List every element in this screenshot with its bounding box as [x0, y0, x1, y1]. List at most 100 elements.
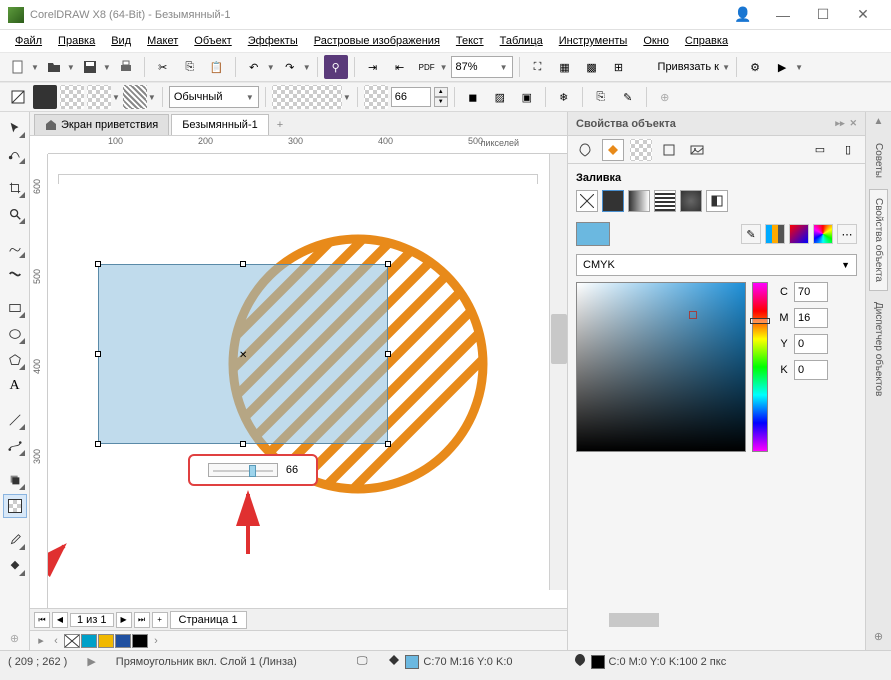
color-palettes-icon[interactable] [813, 224, 833, 244]
apply-outline-button[interactable]: ▣ [515, 85, 539, 109]
crop-tool[interactable] [3, 176, 27, 200]
pattern-trans-button[interactable] [87, 85, 111, 109]
docker-pin-icon[interactable]: ▸▸ ✕ [835, 118, 857, 129]
fountain-trans-button[interactable] [60, 85, 84, 109]
snap-dropdown[interactable] [634, 55, 658, 79]
dimension-tool[interactable] [3, 408, 27, 432]
texture-fill-button[interactable] [680, 190, 702, 212]
menu-window[interactable]: Окно [636, 32, 676, 50]
texture-trans-button[interactable] [123, 85, 147, 109]
apply-all-button[interactable]: ◼ [461, 85, 485, 109]
y-input[interactable] [794, 334, 828, 354]
artistic-media-tool[interactable] [3, 262, 27, 286]
minimize-button[interactable]: — [763, 1, 803, 29]
pattern-fill-button[interactable] [654, 190, 676, 212]
color-field[interactable] [576, 282, 746, 452]
color-proof-icon[interactable]: 🖵 [357, 655, 368, 668]
color-marker[interactable] [689, 311, 697, 319]
add-tab-button[interactable]: + [271, 115, 289, 135]
connector-tool[interactable] [3, 434, 27, 458]
launch-button[interactable]: ▶ [770, 55, 794, 79]
palette-swatch[interactable] [115, 634, 131, 648]
c-input[interactable] [794, 282, 828, 302]
cut-button[interactable]: ✂ [151, 55, 175, 79]
freeze-button[interactable]: ❄ [552, 85, 576, 109]
polygon-tool[interactable] [3, 348, 27, 372]
merge-mode-combo[interactable]: Обычный▼ [169, 86, 259, 108]
selected-rectangle-object[interactable]: ✕ [98, 264, 388, 444]
current-fill-swatch[interactable] [576, 222, 610, 246]
open-button[interactable] [42, 55, 66, 79]
fullscreen-button[interactable]: ⛶ [526, 55, 550, 79]
options-button[interactable]: ⚙ [743, 55, 767, 79]
palette-swatch[interactable] [98, 634, 114, 648]
side-tab-object-manager[interactable]: Диспетчер объектов [869, 293, 888, 405]
menu-tools[interactable]: Инструменты [552, 32, 635, 50]
menu-text[interactable]: Текст [449, 32, 491, 50]
first-page-button[interactable]: ⏮ [34, 612, 50, 628]
menu-help[interactable]: Справка [678, 32, 735, 50]
opacity-spinner[interactable]: ▲▼ [434, 87, 448, 107]
k-input[interactable] [794, 360, 828, 380]
outline-tab-icon[interactable] [574, 139, 596, 161]
eyedropper-icon[interactable]: ✎ [741, 224, 761, 244]
side-add-icon[interactable]: ⊕ [874, 630, 883, 650]
drawing-canvas[interactable]: ✕ 66 [48, 154, 567, 608]
tab-welcome[interactable]: Экран приветствия [34, 114, 169, 135]
color-model-combo[interactable]: CMYK▼ [576, 254, 857, 276]
menu-layout[interactable]: Макет [140, 32, 185, 50]
rulers-button[interactable]: ▦ [553, 55, 577, 79]
palette-next-icon[interactable]: › [149, 635, 163, 647]
last-page-button[interactable]: ⏭ [134, 612, 150, 628]
bitmap-tab-icon[interactable] [686, 139, 708, 161]
ruler-vertical[interactable]: 600 500 400 300 [30, 154, 48, 608]
palette-swatch[interactable] [132, 634, 148, 648]
eyedropper-tool[interactable] [3, 528, 27, 552]
postscript-fill-button[interactable] [706, 190, 728, 212]
edit-transparency-button[interactable] [6, 85, 30, 109]
export-button[interactable]: ⇤ [388, 55, 412, 79]
pdf-button[interactable]: PDF [415, 55, 439, 79]
color-viewers-icon[interactable] [789, 224, 809, 244]
palette-noswatch[interactable] [64, 634, 80, 648]
vertical-scrollbar[interactable] [549, 154, 567, 590]
print-button[interactable] [114, 55, 138, 79]
hue-slider[interactable] [752, 282, 768, 452]
menu-file[interactable]: Файл [8, 32, 49, 50]
palette-menu-icon[interactable]: ▸ [34, 634, 48, 647]
frame-tab-icon[interactable] [658, 139, 680, 161]
opacity-popup[interactable]: 66 [188, 454, 318, 486]
ruler-horizontal[interactable]: 100 200 300 400 500 пикселей [48, 136, 567, 154]
search-button[interactable]: ⚲ [324, 55, 348, 79]
user-icon[interactable]: 👤 [723, 1, 763, 29]
color-sliders-icon[interactable] [765, 224, 785, 244]
paste-button[interactable]: 📋 [205, 55, 229, 79]
dropshadow-tool[interactable] [3, 468, 27, 492]
next-page-button[interactable]: ▶ [116, 612, 132, 628]
uniform-fill-button[interactable] [602, 190, 624, 212]
page-tab[interactable]: Страница 1 [170, 611, 247, 629]
transparency-tool[interactable] [3, 494, 27, 518]
pick-tool[interactable] [3, 116, 27, 140]
freehand-tool[interactable] [3, 236, 27, 260]
uniform-trans-button[interactable] [33, 85, 57, 109]
more-options-icon[interactable]: ⋯ [837, 224, 857, 244]
menu-object[interactable]: Объект [187, 32, 238, 50]
new-button[interactable] [6, 55, 30, 79]
prev-page-button[interactable]: ◀ [52, 612, 68, 628]
redo-button[interactable]: ↷ [278, 55, 302, 79]
rectangle-tool[interactable] [3, 296, 27, 320]
tab-mode-icon[interactable]: ▯ [837, 139, 859, 161]
text-tool[interactable]: A [3, 374, 27, 398]
opacity-field[interactable]: 66 [391, 87, 431, 107]
fill-indicator-icon[interactable] [387, 653, 401, 670]
outline-indicator-icon[interactable] [573, 653, 587, 670]
no-fill-button[interactable] [576, 190, 598, 212]
shape-tool[interactable] [3, 142, 27, 166]
transparency-tab-icon[interactable] [630, 139, 652, 161]
grid-button[interactable]: ▩ [580, 55, 604, 79]
palette-arrow-icon[interactable]: ▲ [874, 116, 884, 132]
palette-swatch[interactable] [81, 634, 97, 648]
scroll-mode-icon[interactable]: ▭ [809, 139, 831, 161]
snap-label[interactable]: Привязать к [658, 61, 719, 73]
